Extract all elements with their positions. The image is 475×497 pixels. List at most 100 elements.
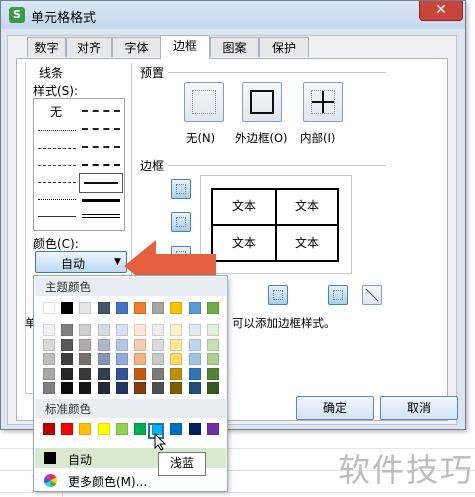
theme-color-swatch[interactable] bbox=[79, 302, 92, 314]
theme-shade-swatch[interactable] bbox=[188, 338, 201, 351]
line-style-double[interactable] bbox=[82, 214, 120, 218]
theme-shade-swatch[interactable] bbox=[206, 338, 219, 351]
theme-shade-swatch[interactable] bbox=[61, 382, 74, 394]
tab-font[interactable]: 字体 bbox=[112, 37, 161, 57]
theme-color-swatch[interactable] bbox=[61, 302, 74, 314]
theme-shade-swatch[interactable] bbox=[43, 353, 55, 365]
theme-shade-swatch[interactable] bbox=[170, 324, 183, 336]
tab-number[interactable]: 数字 bbox=[27, 37, 66, 57]
theme-color-swatch[interactable] bbox=[152, 302, 165, 314]
theme-shade-swatch[interactable] bbox=[152, 353, 165, 365]
tab-alignment[interactable]: 对齐 bbox=[66, 37, 112, 57]
theme-color-swatch[interactable] bbox=[134, 302, 146, 314]
theme-shade-swatch[interactable] bbox=[115, 353, 128, 365]
line-style-thick[interactable] bbox=[82, 199, 120, 202]
theme-shade-swatch[interactable] bbox=[61, 353, 74, 365]
theme-shade-swatch[interactable] bbox=[97, 367, 110, 380]
theme-shade-swatch[interactable] bbox=[79, 382, 92, 394]
theme-color-swatch[interactable] bbox=[43, 302, 55, 314]
theme-shade-swatch[interactable] bbox=[152, 338, 165, 351]
theme-shade-swatch[interactable] bbox=[97, 382, 110, 394]
theme-shade-swatch[interactable] bbox=[134, 367, 146, 380]
line-color-dropdown[interactable]: 自动 ▼ bbox=[35, 251, 127, 273]
border-center-vertical-button[interactable] bbox=[268, 285, 288, 305]
theme-shade-swatch[interactable] bbox=[152, 324, 165, 336]
line-style-dashed-thin[interactable] bbox=[38, 148, 76, 149]
theme-shade-swatch[interactable] bbox=[188, 382, 201, 394]
theme-shade-swatch[interactable] bbox=[152, 367, 165, 380]
line-style-hair[interactable] bbox=[38, 199, 76, 200]
tab-protection[interactable]: 保护 bbox=[259, 37, 309, 57]
theme-shade-swatch[interactable] bbox=[79, 324, 92, 336]
preset-outline-button[interactable] bbox=[242, 82, 282, 122]
theme-shade-swatch[interactable] bbox=[61, 367, 74, 380]
theme-shade-swatch[interactable] bbox=[206, 382, 219, 394]
theme-shade-swatch[interactable] bbox=[134, 353, 146, 365]
standard-color-swatch[interactable] bbox=[188, 423, 201, 435]
standard-color-swatch[interactable] bbox=[97, 423, 110, 435]
preset-inside-button[interactable] bbox=[303, 82, 343, 122]
tab-border[interactable]: 边框 bbox=[160, 35, 210, 59]
theme-color-swatch[interactable] bbox=[97, 302, 110, 314]
theme-shade-swatch[interactable] bbox=[79, 367, 92, 380]
standard-color-swatch[interactable] bbox=[134, 423, 146, 435]
theme-shade-swatch[interactable] bbox=[115, 338, 128, 351]
theme-color-swatch[interactable] bbox=[188, 302, 201, 314]
theme-color-swatch[interactable] bbox=[115, 302, 128, 314]
border-right-button[interactable] bbox=[328, 285, 348, 305]
theme-shade-swatch[interactable] bbox=[97, 338, 110, 351]
standard-color-swatch[interactable] bbox=[170, 423, 183, 435]
border-top-button[interactable] bbox=[171, 179, 191, 199]
line-style-slanted-dash[interactable] bbox=[82, 128, 120, 130]
theme-color-swatch[interactable] bbox=[206, 302, 219, 314]
line-style-dotted[interactable] bbox=[38, 130, 76, 131]
theme-shade-swatch[interactable] bbox=[43, 324, 55, 336]
border-diagonal-button[interactable] bbox=[362, 285, 382, 305]
theme-shade-swatch[interactable] bbox=[115, 367, 128, 380]
standard-color-swatch[interactable] bbox=[79, 423, 92, 435]
standard-color-swatch[interactable] bbox=[43, 423, 55, 435]
theme-shade-swatch[interactable] bbox=[188, 353, 201, 365]
standard-color-swatch[interactable] bbox=[115, 423, 128, 435]
line-style-medium-dashed[interactable] bbox=[82, 164, 120, 166]
preset-none-button[interactable] bbox=[184, 82, 224, 122]
theme-shade-swatch[interactable] bbox=[188, 367, 201, 380]
theme-shade-swatch[interactable] bbox=[170, 353, 183, 365]
theme-shade-swatch[interactable] bbox=[170, 367, 183, 380]
ok-button[interactable]: 确定 bbox=[296, 396, 374, 420]
theme-shade-swatch[interactable] bbox=[170, 338, 183, 351]
theme-shade-swatch[interactable] bbox=[79, 338, 92, 351]
border-middle-horizontal-button[interactable] bbox=[171, 212, 191, 232]
theme-shade-swatch[interactable] bbox=[97, 324, 110, 336]
theme-shade-swatch[interactable] bbox=[115, 382, 128, 394]
standard-color-swatch[interactable] bbox=[61, 423, 74, 435]
line-style-dash-long[interactable] bbox=[38, 182, 76, 183]
theme-shade-swatch[interactable] bbox=[43, 367, 55, 380]
theme-color-swatch[interactable] bbox=[170, 302, 183, 314]
theme-shade-swatch[interactable] bbox=[134, 382, 146, 394]
theme-shade-swatch[interactable] bbox=[170, 382, 183, 394]
title-bar[interactable]: S 单元格格式 ✕ bbox=[1, 1, 465, 29]
theme-shade-swatch[interactable] bbox=[43, 382, 55, 394]
theme-shade-swatch[interactable] bbox=[152, 382, 165, 394]
theme-shade-swatch[interactable] bbox=[206, 324, 219, 336]
theme-shade-swatch[interactable] bbox=[97, 353, 110, 365]
line-style-medium-dash-dot[interactable] bbox=[82, 146, 120, 148]
theme-shade-swatch[interactable] bbox=[206, 353, 219, 365]
theme-shade-swatch[interactable] bbox=[134, 324, 146, 336]
theme-shade-swatch[interactable] bbox=[79, 353, 92, 365]
line-style-medium-dash-dot-dot[interactable] bbox=[82, 110, 120, 112]
line-style-thin[interactable] bbox=[38, 216, 76, 217]
theme-shade-swatch[interactable] bbox=[43, 338, 55, 351]
theme-shade-swatch[interactable] bbox=[188, 324, 201, 336]
cancel-button[interactable]: 取消 bbox=[380, 396, 458, 420]
theme-shade-swatch[interactable] bbox=[115, 324, 128, 336]
theme-shade-swatch[interactable] bbox=[61, 338, 74, 351]
line-style-none[interactable]: 无 bbox=[50, 103, 62, 120]
theme-shade-swatch[interactable] bbox=[61, 324, 74, 336]
theme-shade-swatch[interactable] bbox=[134, 338, 146, 351]
line-style-dash-dot[interactable] bbox=[38, 165, 76, 166]
theme-shade-swatch[interactable] bbox=[206, 367, 219, 380]
close-button[interactable]: ✕ bbox=[419, 1, 463, 21]
standard-color-swatch[interactable] bbox=[206, 423, 219, 435]
